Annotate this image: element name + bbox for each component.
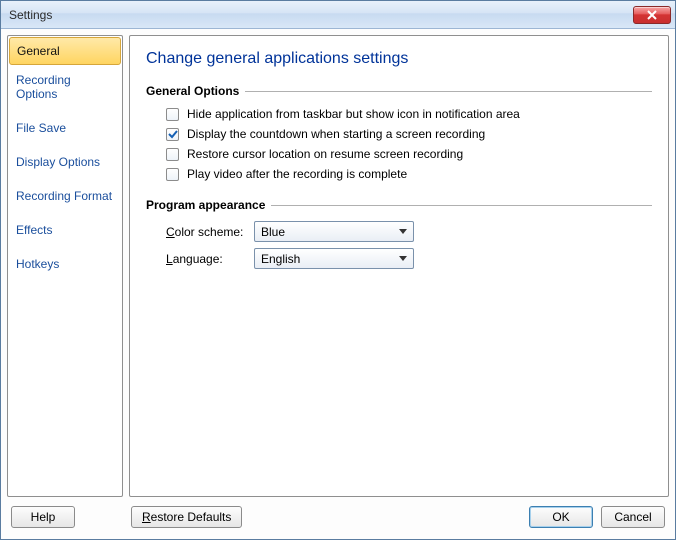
body-area: General Recording Options File Save Disp… — [1, 29, 675, 503]
check-icon — [168, 129, 178, 139]
footer-right: OK Cancel — [529, 506, 665, 528]
button-label: OK — [552, 510, 569, 524]
settings-window: Settings General Recording Options File … — [0, 0, 676, 540]
page-title: Change general applications settings — [146, 50, 652, 68]
option-label: Display the countdown when starting a sc… — [187, 127, 485, 141]
sidebar-item-label: Hotkeys — [16, 257, 59, 271]
option-display-countdown: Display the countdown when starting a sc… — [146, 124, 652, 144]
sidebar-item-file-save[interactable]: File Save — [8, 114, 122, 142]
combo-value: Blue — [261, 225, 285, 239]
sidebar: General Recording Options File Save Disp… — [7, 35, 123, 497]
option-label: Play video after the recording is comple… — [187, 167, 407, 181]
main-panel: Change general applications settings Gen… — [129, 35, 669, 497]
help-button[interactable]: Help — [11, 506, 75, 528]
sidebar-item-recording-format[interactable]: Recording Format — [8, 182, 122, 210]
button-label: Cancel — [614, 510, 651, 524]
section-general-options: General Options — [146, 84, 652, 98]
close-button[interactable] — [633, 6, 671, 24]
footer-mid: Restore Defaults — [131, 506, 529, 528]
option-restore-cursor: Restore cursor location on resume screen… — [146, 144, 652, 164]
checkbox-hide-taskbar[interactable] — [166, 108, 179, 121]
label-color-scheme: Color scheme: — [166, 225, 246, 239]
footer-left: Help — [11, 506, 75, 528]
ok-button[interactable]: OK — [529, 506, 593, 528]
sidebar-item-label: Recording Options — [16, 73, 71, 101]
option-label: Hide application from taskbar but show i… — [187, 107, 520, 121]
row-language: Language: English — [146, 245, 652, 272]
sidebar-item-general[interactable]: General — [9, 37, 121, 65]
section-heading: General Options — [146, 84, 239, 98]
sidebar-item-label: Display Options — [16, 155, 100, 169]
combo-language[interactable]: English — [254, 248, 414, 269]
combo-value: English — [261, 252, 300, 266]
button-label: Help — [31, 510, 56, 524]
sidebar-item-label: Recording Format — [16, 189, 112, 203]
chevron-down-icon — [394, 223, 411, 240]
section-heading: Program appearance — [146, 198, 265, 212]
section-program-appearance-heading: Program appearance — [146, 198, 652, 212]
checkbox-display-countdown[interactable] — [166, 128, 179, 141]
sidebar-item-effects[interactable]: Effects — [8, 216, 122, 244]
section-program-appearance: Program appearance Color scheme: Blue La… — [146, 198, 652, 272]
button-label: Restore Defaults — [142, 510, 231, 524]
option-label: Restore cursor location on resume screen… — [187, 147, 463, 161]
sidebar-item-label: General — [17, 44, 60, 58]
sidebar-item-recording-options[interactable]: Recording Options — [8, 66, 122, 108]
titlebar: Settings — [1, 1, 675, 29]
sidebar-item-label: File Save — [16, 121, 66, 135]
option-play-after: Play video after the recording is comple… — [146, 164, 652, 184]
option-hide-taskbar: Hide application from taskbar but show i… — [146, 104, 652, 124]
window-title: Settings — [9, 8, 52, 22]
combo-color-scheme[interactable]: Blue — [254, 221, 414, 242]
divider — [245, 91, 652, 92]
sidebar-item-display-options[interactable]: Display Options — [8, 148, 122, 176]
label-language: Language: — [166, 252, 246, 266]
close-icon — [647, 10, 657, 20]
checkbox-restore-cursor[interactable] — [166, 148, 179, 161]
checkbox-play-after[interactable] — [166, 168, 179, 181]
cancel-button[interactable]: Cancel — [601, 506, 665, 528]
divider — [271, 205, 652, 206]
sidebar-item-label: Effects — [16, 223, 52, 237]
chevron-down-icon — [394, 250, 411, 267]
restore-defaults-button[interactable]: Restore Defaults — [131, 506, 242, 528]
footer: Help Restore Defaults OK Cancel — [1, 503, 675, 539]
row-color-scheme: Color scheme: Blue — [146, 218, 652, 245]
sidebar-item-hotkeys[interactable]: Hotkeys — [8, 250, 122, 278]
